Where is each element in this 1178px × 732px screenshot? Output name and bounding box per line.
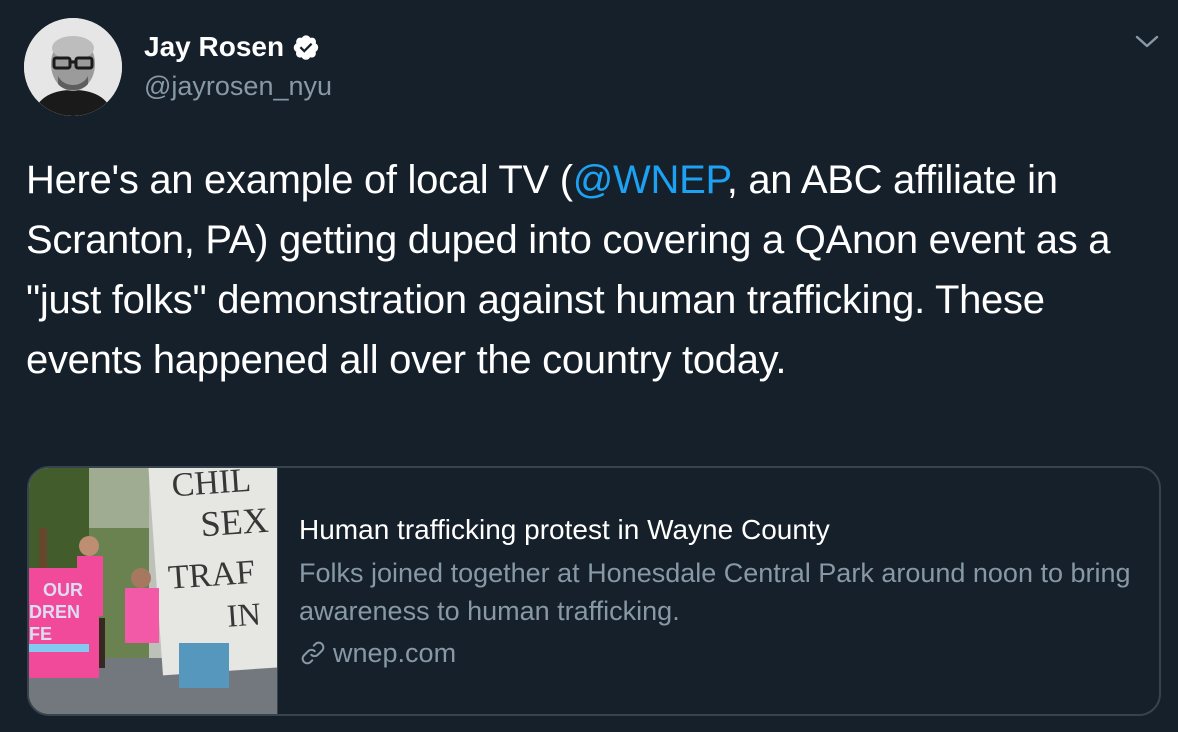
chevron-down-icon[interactable] [1132,30,1162,52]
avatar-photo [24,18,122,116]
card-domain: wnep.com [333,638,457,668]
author-name[interactable]: Jay Rosen [144,30,284,64]
tweet-text: Here's an example of local TV (@WNEP, an… [26,150,1156,390]
author-handle[interactable]: @jayrosen_nyu [144,70,332,102]
link-icon [299,639,327,667]
card-title[interactable]: Human trafficking protest in Wayne Count… [299,512,1139,548]
card-image: CHIL SEX TRAF IN OUR DREN FE [29,468,277,714]
author-name-row[interactable]: Jay Rosen [144,30,320,64]
tweet: Jay Rosen @jayrosen_nyu Here's an exampl… [0,0,1178,732]
verified-badge-icon [292,33,320,61]
card-body: Human trafficking protest in Wayne Count… [277,468,1159,714]
card-domain-row: wnep.com [299,636,1139,670]
card-photo: CHIL SEX TRAF IN OUR DREN FE [29,468,277,714]
mention-link-wnep[interactable]: @WNEP [573,158,727,202]
avatar[interactable] [24,18,122,116]
link-preview-card[interactable]: CHIL SEX TRAF IN OUR DREN FE Human traff… [27,466,1161,716]
card-description: Folks joined together at Honesdale Centr… [299,558,1131,626]
tweet-text-part-1: Here's an example of local TV ( [26,158,573,202]
